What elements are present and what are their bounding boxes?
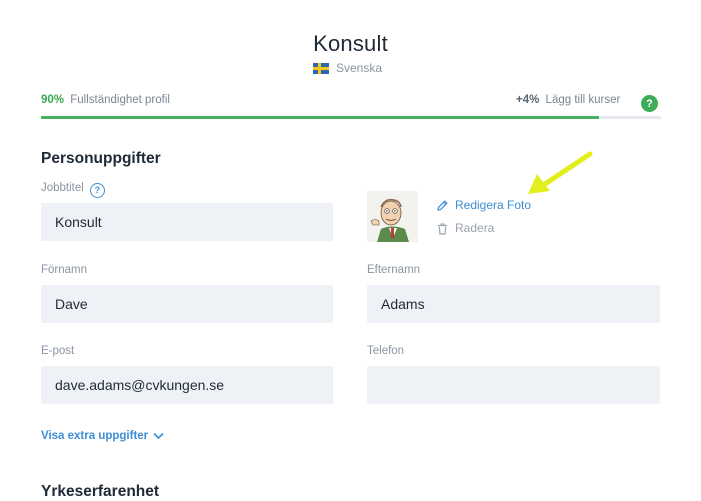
email-input[interactable]: dave.adams@cvkungen.se — [41, 366, 333, 404]
page-title: Konsult — [313, 31, 388, 56]
completeness-percent: 90% — [41, 94, 65, 106]
job-title-input[interactable]: Konsult — [41, 203, 333, 241]
question-icon[interactable]: ? — [89, 182, 105, 198]
last-name-label: Efternamn — [367, 264, 421, 276]
completeness-label: Fullständighet profil — [70, 94, 170, 106]
show-extra-details-link[interactable]: Visa extra uppgifter — [41, 430, 164, 442]
phone-label: Telefon — [367, 345, 405, 357]
sweden-flag-icon — [312, 62, 329, 74]
delete-photo-label: Radera — [455, 221, 495, 235]
pencil-icon — [437, 200, 448, 211]
language-selector[interactable]: Svenska — [0, 61, 701, 75]
trash-icon — [438, 222, 447, 235]
avatar-illustration — [367, 191, 418, 242]
section-title-experience: Yrkeserfarenhet — [41, 483, 160, 500]
first-name-input[interactable]: Dave — [41, 285, 333, 323]
show-extra-details-label: Visa extra uppgifter — [41, 430, 149, 442]
progress-fill — [41, 116, 599, 119]
hint-label: Lägg till kurser — [545, 94, 621, 106]
hint-percent: +4% — [516, 94, 540, 106]
section-title-personal: Personuppgifter — [41, 150, 161, 167]
edit-photo-label: Redigera Foto — [455, 198, 532, 212]
job-title-label: Jobbtitel — [41, 182, 84, 194]
profile-completeness: 90% Fullständighet profil — [41, 94, 170, 106]
annotation-arrow-icon — [528, 151, 593, 194]
language-label: Svenska — [335, 61, 383, 75]
first-name-label: Förnamn — [41, 264, 88, 276]
last-name-input[interactable]: Adams — [367, 285, 660, 323]
email-label: E-post — [41, 345, 75, 357]
phone-input[interactable] — [367, 366, 660, 404]
chevron-down-icon — [153, 433, 164, 439]
edit-photo-link[interactable]: Redigera Foto — [436, 198, 531, 212]
job-title-label-row: Jobbtitel? — [41, 182, 105, 198]
delete-photo-link[interactable]: Radera — [436, 221, 494, 235]
help-icon[interactable]: ? — [641, 95, 658, 112]
add-courses-hint[interactable]: +4% Lägg till kurser — [516, 94, 620, 106]
profile-photo[interactable] — [367, 191, 418, 242]
